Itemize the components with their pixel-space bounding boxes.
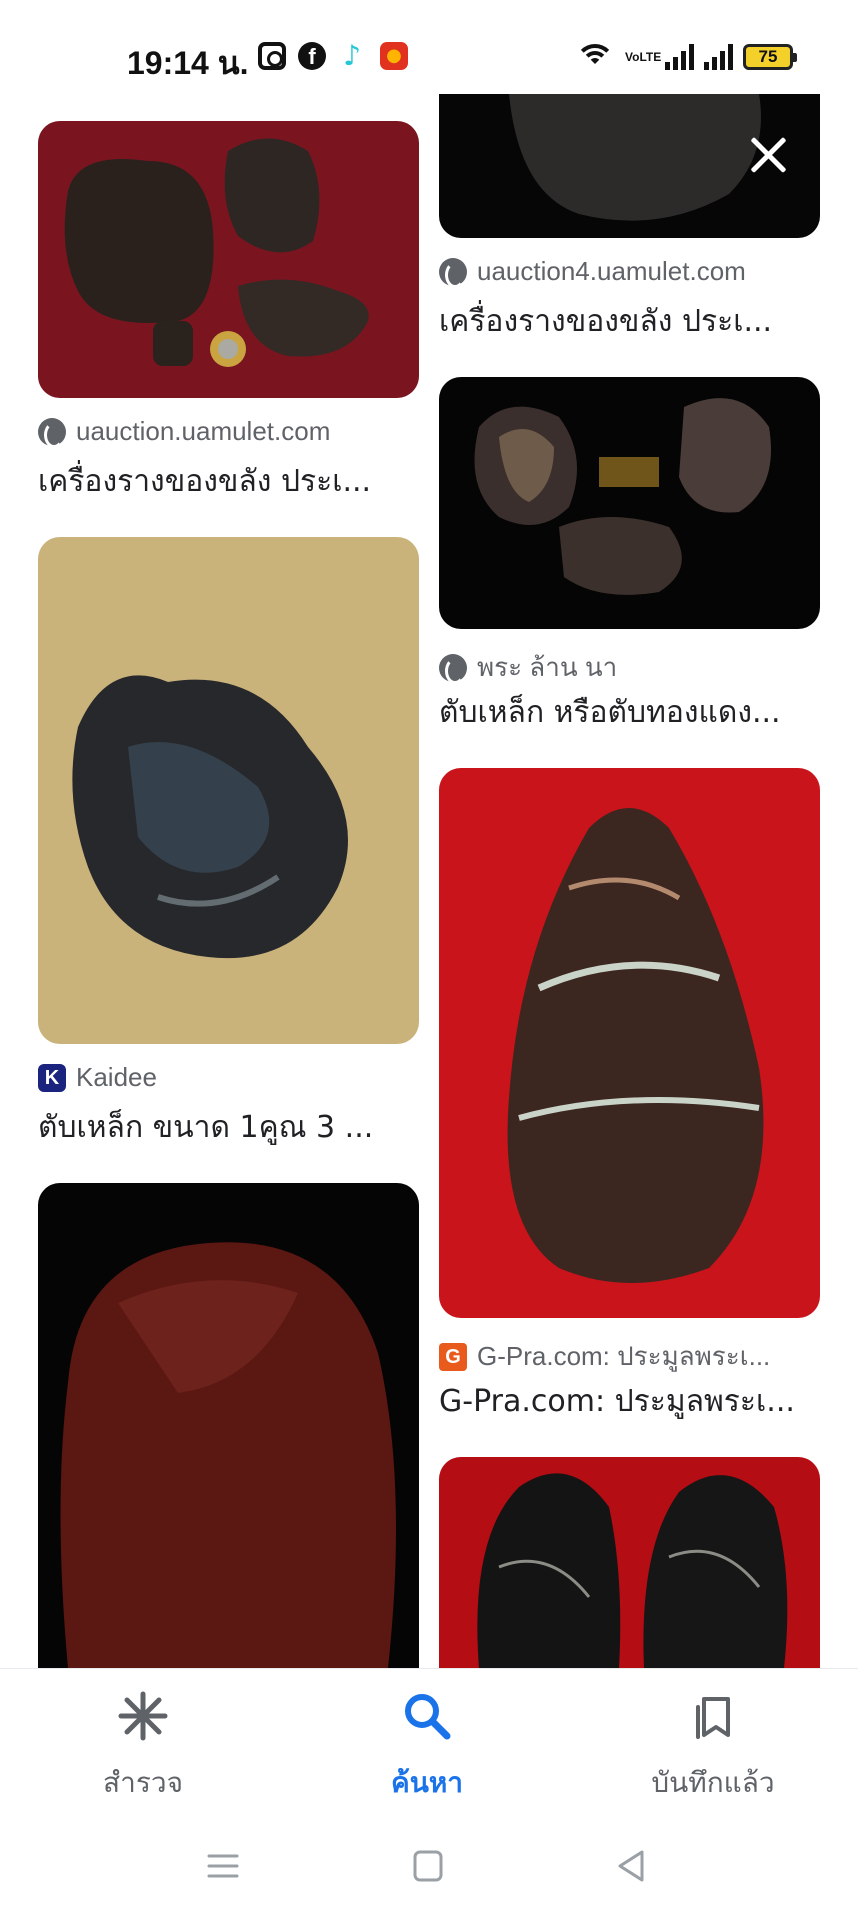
kaidee-icon: K	[38, 1063, 66, 1092]
globe-icon	[439, 257, 467, 288]
clock: 19:14 น.	[127, 45, 249, 81]
globe-icon	[38, 417, 66, 448]
result-source[interactable]: K Kaidee	[38, 1062, 419, 1093]
system-indicators: VoLTE 75	[575, 40, 797, 74]
signal-icon	[665, 44, 694, 70]
screen-record-icon	[258, 42, 286, 70]
asterisk-icon	[118, 1691, 168, 1741]
result-image[interactable]	[38, 537, 419, 1044]
result-image[interactable]	[38, 121, 419, 398]
result-image[interactable]	[439, 768, 820, 1318]
search-icon	[405, 1694, 451, 1740]
bottom-navigation: สำรวจ ค้นหา บันทึกแล้ว	[0, 1668, 858, 1828]
result-title[interactable]: ตับเหล็ก หรือตับทองแดง...	[439, 689, 820, 736]
result-image[interactable]	[439, 377, 820, 629]
nav-saved[interactable]: บันทึกแล้ว	[613, 1669, 813, 1819]
system-navigation-bar	[0, 1828, 858, 1907]
wifi-icon	[575, 42, 615, 72]
nav-explore-label: สำรวจ	[103, 1766, 183, 1799]
facebook-icon: f	[298, 42, 326, 70]
result-title[interactable]: G-Pra.com: ประมูลพระเ...	[439, 1378, 820, 1425]
nav-search-label: ค้นหา	[390, 1766, 464, 1799]
app-notification-icon: ●	[380, 42, 408, 70]
collections-bookmark-icon	[696, 1697, 730, 1739]
gpra-icon: G	[439, 1342, 467, 1371]
result-source[interactable]: uauction.uamulet.com	[38, 416, 419, 448]
close-icon[interactable]	[740, 128, 796, 184]
menu-icon[interactable]	[203, 1848, 243, 1884]
nav-saved-label: บันทึกแล้ว	[651, 1766, 775, 1799]
nav-explore[interactable]: สำรวจ	[43, 1669, 243, 1819]
result-image[interactable]	[439, 1457, 820, 1668]
result-source[interactable]: uauction4.uamulet.com	[439, 256, 820, 288]
battery-icon: 75	[743, 44, 797, 70]
volte-indicator: VoLTE	[625, 50, 662, 64]
result-image[interactable]	[38, 1183, 419, 1668]
result-source[interactable]: พระ ล้าน นา	[439, 647, 820, 688]
back-icon[interactable]	[612, 1848, 652, 1884]
tiktok-icon: ♪	[343, 39, 361, 72]
nav-search[interactable]: ค้นหา	[327, 1669, 527, 1819]
home-icon[interactable]	[408, 1848, 448, 1884]
globe-icon	[439, 653, 467, 684]
result-title[interactable]: เครื่องรางของขลัง ประเ...	[439, 298, 820, 345]
result-title[interactable]: เครื่องรางของขลัง ประเ...	[38, 458, 419, 505]
result-title[interactable]: ตับเหล็ก ขนาด 1คูณ 3 ...	[38, 1104, 419, 1151]
signal-icon	[704, 44, 733, 70]
result-source[interactable]: G G-Pra.com: ประมูลพระเ...	[439, 1336, 820, 1377]
